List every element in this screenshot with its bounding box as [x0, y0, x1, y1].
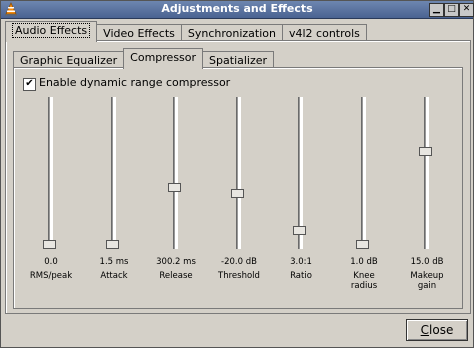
title-bar[interactable]: Adjustments and Effects ▁ □ ✕ [1, 1, 474, 19]
slider-label: Attack [100, 271, 128, 281]
slider-track[interactable] [236, 97, 241, 249]
slider-track[interactable] [361, 97, 366, 249]
slider-value: 1.5 ms [99, 257, 129, 267]
slider-thumb[interactable] [106, 240, 119, 249]
slider-ratio: 3.0:1 Ratio [271, 97, 331, 297]
slider-makeup-gain: 15.0 dB Makeup gain [397, 97, 457, 297]
slider-release: 300.2 ms Release [146, 97, 206, 297]
close-button[interactable]: Close [406, 319, 468, 341]
slider-thumb[interactable] [43, 240, 56, 249]
slider-label: Release [159, 271, 193, 281]
minimize-icon[interactable]: ▁ [429, 3, 444, 17]
slider-value: 15.0 dB [410, 257, 444, 267]
slider-knee-radius: 1.0 dB Knee radius [334, 97, 394, 297]
tab-label: Audio Effects [12, 23, 91, 38]
adjustments-window: Adjustments and Effects ▁ □ ✕ Audio Effe… [0, 0, 474, 348]
slider-label: Makeup gain [410, 271, 444, 291]
slider-thumb[interactable] [356, 240, 369, 249]
slider-track[interactable] [173, 97, 178, 249]
slider-thumb[interactable] [293, 225, 306, 235]
sub-tab-bar: Graphic Equalizer Compressor Spatializer [13, 48, 275, 69]
slider-thumb[interactable] [419, 147, 432, 157]
close-label-rest: lose [429, 323, 454, 337]
slider-threshold: -20.0 dB Threshold [209, 97, 269, 297]
tab-label: Compressor [130, 51, 197, 64]
close-mnemonic: C [420, 323, 430, 337]
slider-rms-peak: 0.0 RMS/peak [21, 97, 81, 297]
slider-value: 3.0:1 [290, 257, 312, 267]
slider-track[interactable] [111, 97, 116, 249]
tab-audio-effects[interactable]: Audio Effects [5, 21, 98, 42]
tab-label: Synchronization [187, 27, 276, 40]
slider-value: 0.0 [44, 257, 58, 267]
slider-label: RMS/peak [29, 271, 73, 281]
maximize-icon[interactable]: □ [444, 3, 459, 17]
tab-label: Graphic Equalizer [20, 54, 118, 67]
tab-label: v4l2 controls [288, 27, 360, 40]
slider-value: 1.0 dB [350, 257, 378, 267]
slider-track[interactable] [424, 97, 429, 249]
window-title: Adjustments and Effects [161, 2, 313, 15]
slider-thumb[interactable] [168, 182, 181, 192]
slider-track[interactable] [48, 97, 53, 249]
slider-value: 300.2 ms [156, 257, 196, 267]
slider-value: -20.0 dB [221, 257, 257, 267]
tab-compressor[interactable]: Compressor [123, 48, 204, 69]
enable-compressor-checkbox[interactable]: ✔ [23, 78, 36, 91]
main-tab-bar: Audio Effects Video Effects Synchronizat… [5, 21, 367, 42]
enable-compressor-label[interactable]: Enable dynamic range compressor [39, 76, 230, 89]
slider-label: Knee radius [350, 271, 378, 291]
close-window-icon[interactable]: ✕ [459, 3, 474, 17]
slider-thumb[interactable] [231, 188, 244, 198]
tab-label: Video Effects [103, 27, 175, 40]
tab-label: Spatializer [209, 54, 268, 67]
slider-attack: 1.5 ms Attack [84, 97, 144, 297]
slider-label: Threshold [218, 271, 260, 281]
slider-label: Ratio [290, 271, 312, 281]
